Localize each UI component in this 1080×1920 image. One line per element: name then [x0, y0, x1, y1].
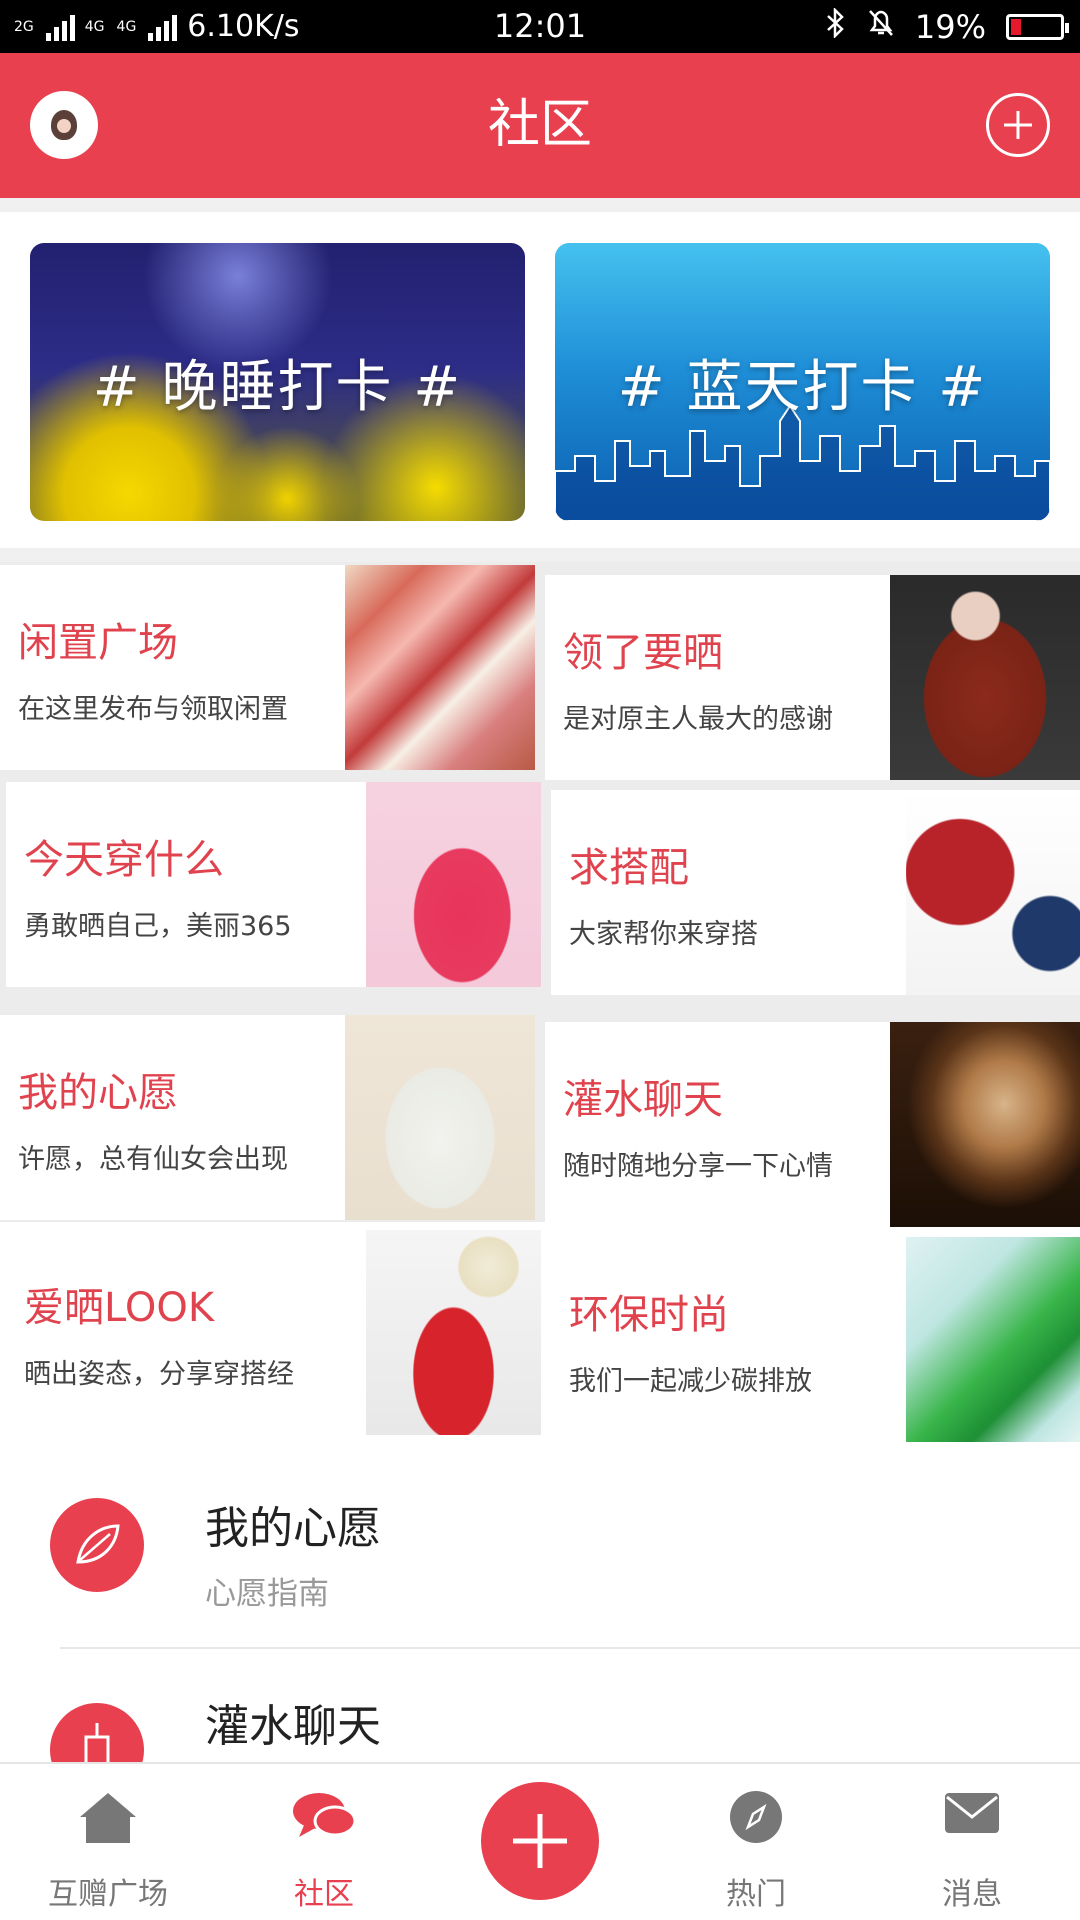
banner-late-sleep[interactable]: # 晚睡打卡 #	[30, 243, 525, 521]
divider-band	[0, 198, 1080, 212]
category-title: 灌水聊天	[563, 1077, 723, 1123]
category-subtitle: 在这里发布与领取闲置	[18, 694, 288, 725]
category-title: 今天穿什么	[24, 837, 224, 883]
category-subtitle: 勇敢晒自己，美丽365	[24, 911, 292, 942]
list-item[interactable]: 我的心愿 心愿指南	[0, 1450, 1080, 1650]
category-title: 闲置广场	[18, 620, 178, 666]
status-bar: 2G 4G 4G 6.10K/s 12:01 19%	[0, 0, 1080, 53]
category-show-received[interactable]: 领了要晒 是对原主人最大的感谢	[545, 575, 1080, 780]
compass-icon	[730, 1791, 782, 1843]
nav-messages[interactable]: 消息	[864, 1764, 1080, 1920]
nav-gift-square[interactable]: 互赠广场	[0, 1764, 216, 1920]
banner-text: # 蓝天打卡 #	[617, 354, 988, 420]
category-subtitle: 大家帮你来穿搭	[569, 919, 758, 950]
category-love-look[interactable]: 爱晒LOOK 晒出姿态，分享穿搭经	[6, 1230, 541, 1435]
app-header: 社区	[0, 53, 1080, 198]
battery-icon	[1006, 13, 1069, 40]
category-subtitle: 随时随地分享一下心情	[563, 1151, 833, 1182]
skirt-photo	[366, 782, 541, 987]
category-idle-square[interactable]: 闲置广场 在这里发布与领取闲置	[0, 565, 535, 770]
sweater-photo	[890, 575, 1080, 780]
nav-community[interactable]: 社区	[216, 1764, 432, 1920]
category-subtitle: 许愿，总有仙女会出现	[18, 1144, 288, 1175]
fabrics-image	[345, 565, 535, 770]
mute-bell-icon	[867, 8, 895, 46]
category-my-wish[interactable]: 我的心愿 许愿，总有仙女会出现	[0, 1015, 535, 1220]
polka-dress-photo	[366, 1230, 541, 1435]
category-title: 领了要晒	[563, 630, 723, 676]
category-subtitle: 我们一起减少碳排放	[569, 1366, 812, 1397]
category-subtitle: 晒出姿态，分享穿搭经	[24, 1359, 294, 1390]
mail-icon	[945, 1793, 999, 1833]
outfit-collage-photo	[906, 790, 1080, 995]
category-what-to-wear[interactable]: 今天穿什么 勇敢晒自己，美丽365	[6, 782, 541, 987]
plus-icon[interactable]	[481, 1782, 599, 1900]
nav-hot[interactable]: 热门	[648, 1764, 864, 1920]
nav-label: 热门	[726, 1877, 786, 1912]
category-subtitle: 是对原主人最大的感谢	[563, 704, 833, 735]
category-title: 爱晒LOOK	[24, 1285, 215, 1331]
chat-icon	[293, 1793, 357, 1837]
category-title: 求搭配	[569, 845, 689, 891]
nav-label: 消息	[942, 1877, 1002, 1912]
page-title: 社区	[487, 95, 592, 155]
list-title: 灌水聊天	[205, 1701, 381, 1752]
home-icon	[80, 1793, 136, 1843]
category-eco-fashion[interactable]: 环保时尚 我们一起减少碳排放	[551, 1237, 1080, 1442]
category-chat[interactable]: 灌水聊天 随时随地分享一下心情	[545, 1022, 1080, 1227]
leaf-icon	[50, 1498, 144, 1592]
category-title: 环保时尚	[569, 1292, 729, 1338]
banner-text: # 晚睡打卡 #	[92, 354, 463, 420]
list-title: 我的心愿	[205, 1503, 381, 1554]
coffee-photo	[890, 1022, 1080, 1227]
divider-band	[0, 548, 1080, 562]
green-leaf-photo	[906, 1237, 1080, 1442]
plus-circle-icon[interactable]	[986, 93, 1050, 157]
banner-blue-sky[interactable]: # 蓝天打卡 #	[555, 243, 1050, 521]
nav-label: 互赠广场	[48, 1877, 168, 1912]
nav-label: 社区	[294, 1877, 354, 1912]
category-outfit-help[interactable]: 求搭配 大家帮你来穿搭	[551, 790, 1080, 995]
battery-percent: 19%	[914, 7, 986, 46]
battery-fill	[1011, 18, 1021, 35]
category-title: 我的心愿	[18, 1070, 178, 1116]
bluetooth-icon	[825, 6, 847, 46]
list-subtitle: 心愿指南	[205, 1576, 329, 1612]
floral-skirt-photo	[345, 1015, 535, 1220]
list-divider	[60, 1647, 1080, 1649]
